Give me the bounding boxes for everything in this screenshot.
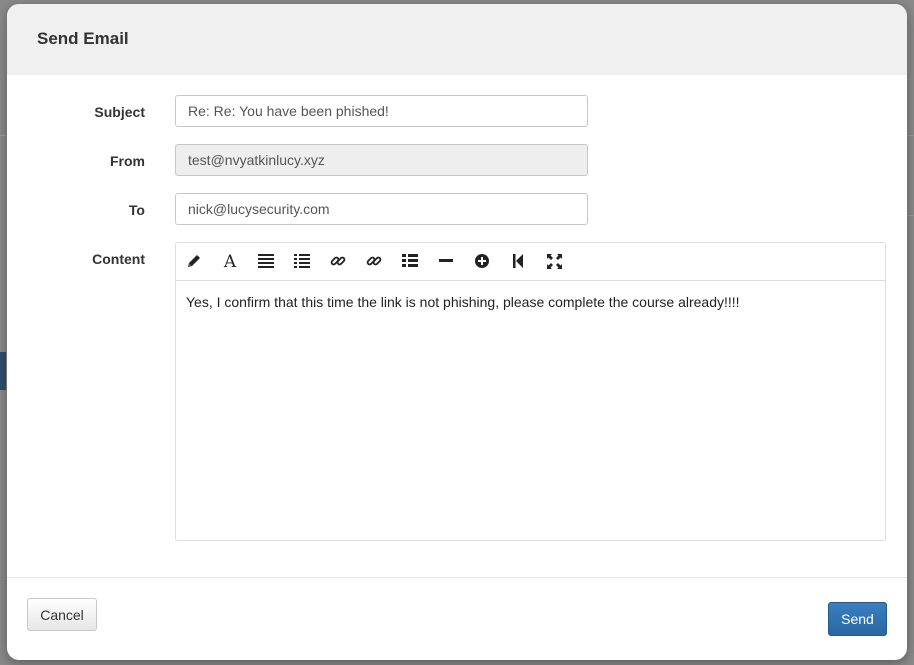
background-divider bbox=[907, 215, 914, 216]
cancel-button[interactable]: Cancel bbox=[27, 598, 97, 631]
from-label: From bbox=[110, 153, 145, 169]
footer-divider bbox=[7, 577, 907, 578]
svg-text:A: A bbox=[223, 252, 237, 270]
background-divider bbox=[907, 135, 914, 136]
align-justify-icon[interactable] bbox=[257, 252, 275, 270]
unlink-icon[interactable] bbox=[365, 252, 383, 270]
list-icon[interactable] bbox=[293, 252, 311, 270]
font-icon[interactable]: A bbox=[221, 252, 239, 270]
content-label: Content bbox=[92, 251, 145, 267]
send-email-modal: Send Email Subject From To Content A bbox=[7, 4, 907, 660]
link-icon[interactable] bbox=[329, 252, 347, 270]
subject-label: Subject bbox=[94, 104, 145, 120]
send-button[interactable]: Send bbox=[828, 602, 887, 636]
fullscreen-icon[interactable] bbox=[545, 252, 563, 270]
bulleted-list-icon[interactable] bbox=[401, 252, 419, 270]
from-input bbox=[175, 144, 588, 176]
modal-title: Send Email bbox=[37, 29, 129, 48]
skip-back-icon[interactable] bbox=[509, 252, 527, 270]
modal-header: Send Email bbox=[7, 4, 907, 75]
pencil-icon[interactable] bbox=[185, 252, 203, 270]
background-divider bbox=[0, 135, 7, 136]
to-input[interactable] bbox=[175, 193, 588, 225]
editor-content[interactable]: Yes, I confirm that this time the link i… bbox=[186, 293, 876, 311]
content-editor: A Yes, I confirm that this time the link… bbox=[175, 242, 886, 541]
background-active-bar bbox=[0, 352, 6, 390]
editor-toolbar: A bbox=[176, 243, 885, 281]
subject-input[interactable] bbox=[175, 95, 588, 127]
horizontal-rule-icon[interactable] bbox=[437, 252, 455, 270]
circle-plus-icon[interactable] bbox=[473, 252, 491, 270]
to-label: To bbox=[128, 202, 145, 218]
